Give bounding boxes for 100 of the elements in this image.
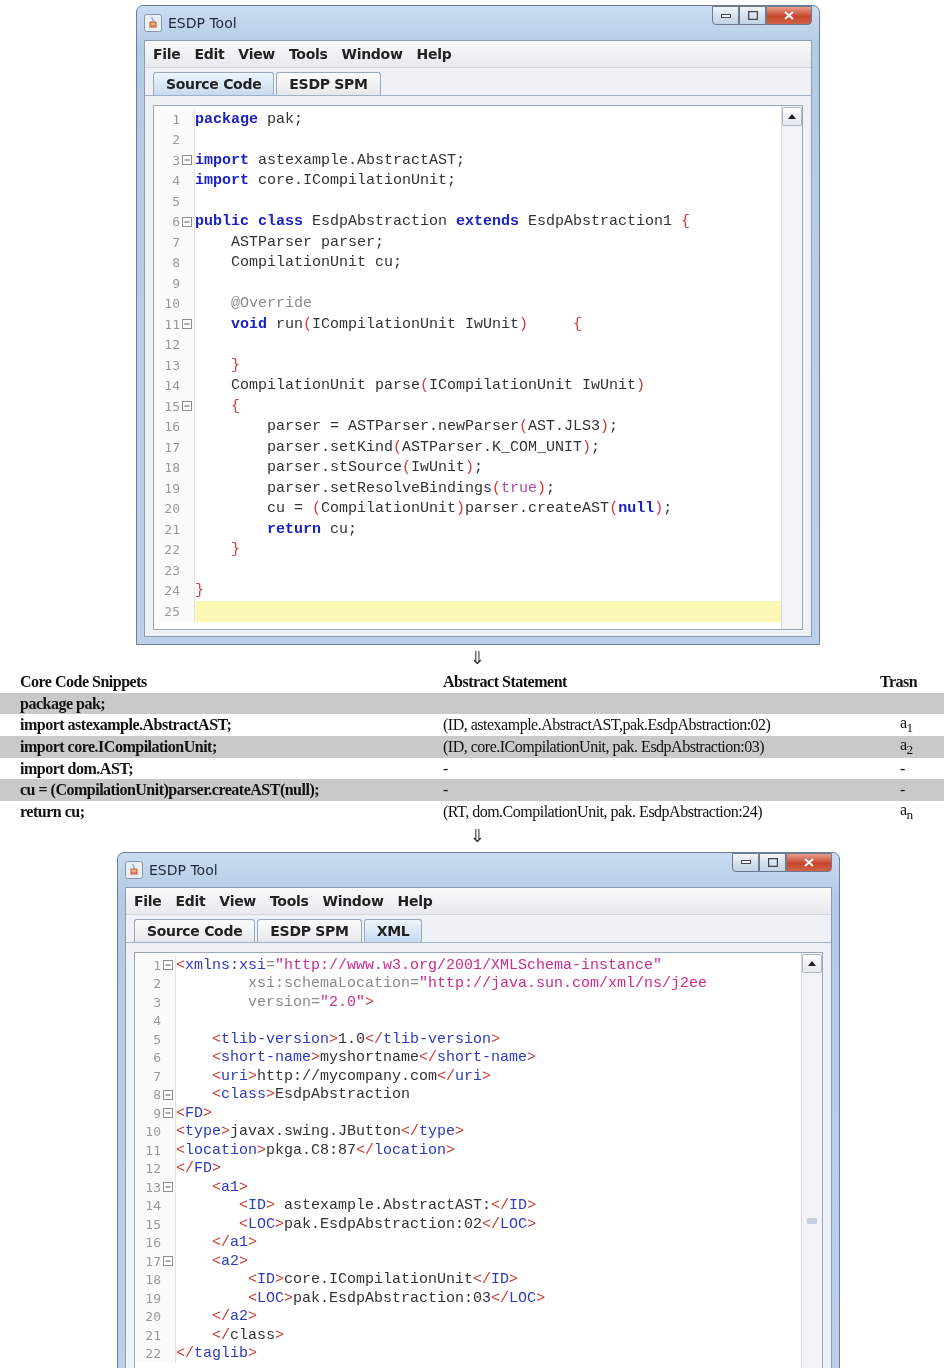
table-cell: (ID, astexample.AbstractAST,pak.EsdpAbstraction:02) [443,716,771,735]
collapse-icon[interactable] [163,1108,173,1119]
code-line: </a1> [211,1233,259,1252]
line-number: 12 [163,337,180,353]
menu-item[interactable]: Tools [289,46,328,62]
menu-item[interactable]: Edit [194,46,225,62]
table-cell: import dom.AST; [20,759,134,778]
close-icon [804,857,814,867]
collapse-icon[interactable] [182,319,192,330]
code-line: <FD> [176,1103,214,1123]
table-cell-text: - [899,781,905,800]
maximize-button[interactable] [739,6,766,25]
line-number: 19 [163,480,180,496]
line-number: 22 [144,1346,161,1362]
menu-item[interactable]: Edit [175,892,206,909]
code-line: return cu; [266,519,359,540]
table-cell: import astexample.AbstractAST; [20,716,232,735]
collapse-icon[interactable] [163,1182,173,1193]
line-number: 24 [163,583,180,599]
code-line: <tlib-version>1.0</tlib-version> [211,1029,502,1049]
line-number: 23 [163,562,180,578]
collapse-icon[interactable] [163,1256,173,1267]
close-button[interactable] [766,6,812,25]
table-cell-text: - [899,759,905,778]
code-line: { [230,396,241,417]
line-number: 3 [152,994,161,1010]
table-cell: package pak; [20,694,106,713]
line-number: 9 [171,275,180,291]
code-editor[interactable] [134,951,823,1368]
tab[interactable]: ESDP SPM [257,918,362,942]
tab[interactable]: XML [363,918,423,942]
menu-item[interactable]: Window [322,892,384,909]
code-line: <location>pkga.C8:87</location> [176,1140,457,1160]
collapse-icon[interactable] [182,155,192,166]
line-number: 2 [171,132,180,148]
code-line: </class> [211,1325,286,1345]
menu-item[interactable]: File [153,46,181,62]
window-title: ESDP Tool [149,861,219,878]
code-line: import astexample.AbstractAST; [195,150,467,171]
collapse-icon[interactable] [163,960,173,971]
scroll-up-button[interactable] [782,107,802,126]
line-number: 12 [144,1161,161,1177]
line-number: 9 [152,1105,161,1121]
tab[interactable]: Source Code [134,918,256,942]
code-line: <a1> [211,1177,250,1197]
code-line: version="2.0"> [247,992,376,1012]
collapse-icon[interactable] [163,1089,173,1100]
menu-item[interactable]: Tools [270,892,309,909]
code-line: public class EsdpAbstraction extends EsdpAbstraction1 { [195,212,692,232]
line-number: 16 [163,419,180,435]
line-number: 4 [152,1013,161,1029]
tab[interactable]: Source Code [153,72,275,95]
flow-arrow: ⇓ [468,646,486,670]
table-cell: cu = (CompilationUnit)parser.createAST(null); [20,781,320,800]
code-line: </taglib> [176,1344,259,1363]
line-number: 14 [144,1198,161,1214]
table-cell: - [443,759,448,778]
scrollbar[interactable] [801,952,822,1368]
minimize-button[interactable] [732,852,759,872]
code-line: <class>EsdpAbstraction [211,1085,412,1104]
line-number: 3 [171,152,180,168]
scroll-up-button[interactable] [802,953,822,973]
code-line: xsi:schemaLocation="http://java.sun.com/xml/ns/j2ee [247,974,709,993]
code-line: </FD> [176,1159,223,1178]
column-header: Trasn [880,672,918,691]
code-line: <LOC>pak.EsdpAbstraction:02</LOC> [238,1214,538,1234]
line-number: 17 [163,439,180,455]
collapse-icon[interactable] [182,216,192,227]
menu-item[interactable]: Help [416,46,452,62]
table-cell: return cu; [20,803,85,822]
line-number: 10 [144,1124,161,1140]
menu-item[interactable]: View [219,892,256,909]
line-number: 6 [152,1050,161,1066]
scroll-grip-icon[interactable] [807,1217,817,1224]
line-number: 25 [163,603,180,619]
close-button[interactable] [786,852,832,872]
collapse-icon[interactable] [182,401,192,412]
tab[interactable]: ESDP SPM [276,72,381,95]
line-number: 11 [144,1142,161,1158]
flow-arrow: ⇓ [468,823,486,848]
table-cell: (ID, core.ICompilationUnit, pak. EsdpAbstraction:03) [443,738,765,757]
code-line: package pak; [195,109,305,130]
line-number: 2 [152,976,161,992]
menu-item[interactable]: Help [397,892,433,909]
line-number: 5 [152,1031,161,1047]
code-line: ASTParser parser; [230,232,386,253]
line-number: 5 [171,193,180,209]
table-cell-text: a$_{n}$ [899,801,913,824]
line-number: 11 [163,316,180,332]
table-cell-text: a$_{2}$ [899,736,913,759]
menu-item[interactable]: Window [341,46,403,62]
code-line: <uri>http://mycompany.com</uri> [211,1066,493,1086]
scrollbar[interactable] [781,106,802,629]
menu-item[interactable]: View [238,46,275,62]
code-line: parser.setKind(ASTParser.K_COM_UNIT); [266,437,602,458]
maximize-button[interactable] [759,852,786,872]
minimize-button[interactable] [712,6,739,25]
line-number: 20 [144,1309,161,1325]
code-editor[interactable] [153,105,803,630]
menu-item[interactable]: File [134,892,162,909]
